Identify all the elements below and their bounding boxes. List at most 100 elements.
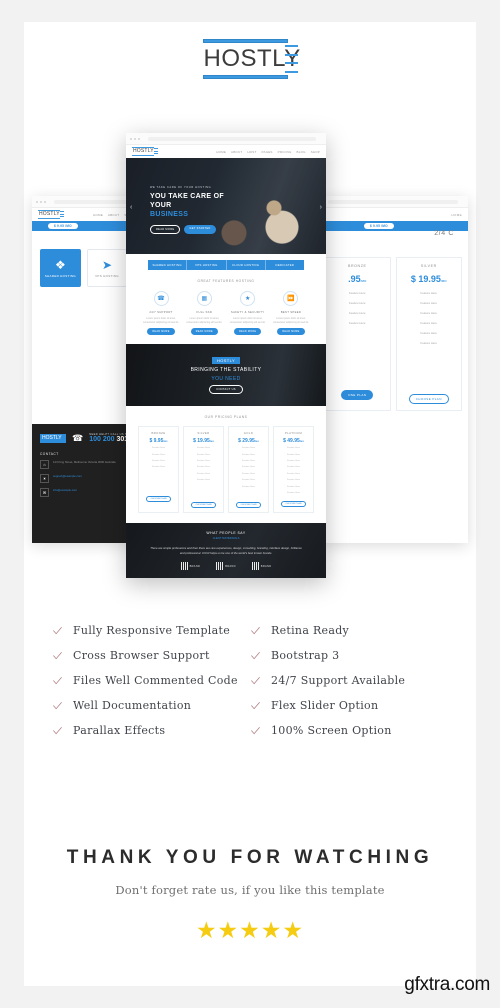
pricing-card-bronze[interactable]: BRONZE $ 9.95/MO Feature Here Feature He… [138, 426, 179, 514]
nav-link[interactable]: ABOUT [231, 150, 242, 154]
nav-link[interactable]: PRICING [278, 150, 292, 154]
choose-plan-button[interactable]: CHOOSE PLAN [145, 495, 172, 502]
poster-canvas: HOSTLY HOSTLY HOME ABOUT $ 9.95 /MO ❖ SH… [24, 22, 476, 986]
choose-plan-button[interactable]: CHOOSE PLAN [408, 394, 449, 404]
nav-link[interactable]: SHOP [311, 150, 320, 154]
hosting-card-label: SHARED HOSTING [44, 273, 76, 278]
tab-vps-hosting[interactable]: VPS HOSTING [187, 260, 227, 270]
plan-price: $ 49.95/MO [283, 438, 304, 445]
slider-next-icon[interactable]: › [320, 204, 322, 211]
plan-feature: Feature Here [152, 453, 165, 456]
plan-price: $ 19.95/MO [410, 274, 447, 284]
screenshot-center[interactable]: HOSTLY HOME ABOUT HOST PAGES PRICING BLO… [126, 133, 326, 578]
plan-feature: Feature Here [349, 311, 366, 315]
plan-feature: Feature Here [420, 301, 437, 305]
parallax-button[interactable]: CONTACT US [209, 384, 243, 394]
plan-card-bronze[interactable]: BRONZE .95/MO Feature Here Feature Here … [324, 257, 391, 411]
feature-item: Cross Browser Support [52, 643, 250, 668]
nav-link[interactable]: ABOUT [108, 213, 119, 217]
nav-link[interactable]: PAGES [262, 150, 273, 154]
feature-item: Files Well Commented Code [52, 668, 250, 693]
plan-feature: Feature Here [152, 460, 165, 462]
nav-link[interactable]: HOME [216, 150, 226, 154]
testimonial-subtitle: CLIENT TESTIMONIALS [212, 537, 240, 541]
pricing-card-platinum[interactable]: PLATINUM $ 49.95/MO Feature Here Feature… [273, 426, 314, 514]
thank-you-section: THANK YOU FOR WATCHING Don't forget rate… [24, 847, 476, 944]
price-pill: $ 9.95 /MO [364, 223, 394, 229]
share-icon: ❖ [54, 257, 66, 272]
nav-link[interactable]: HOST [247, 150, 256, 154]
plan-feature: Feature Here [287, 472, 300, 475]
nav-links[interactable]: HOME ABOUT HOST PAGES PRICING BLOG SHOP [216, 150, 320, 154]
nav-link[interactable]: BLOG [297, 150, 306, 154]
shield-icon: ★ [240, 291, 256, 306]
plan-feature: Feature Here [242, 460, 255, 462]
parallax-logo: HOSTLY [211, 356, 241, 364]
slider-prev-icon[interactable]: ‹ [130, 204, 132, 211]
feature-item: Fully Responsive Template [52, 618, 250, 643]
hero-readmore-button[interactable]: READ MORE [150, 225, 181, 234]
nav-link[interactable]: HOME [93, 213, 103, 217]
feature-label: Retina Ready [271, 624, 350, 637]
rating-stars-icon[interactable]: ★★★★★ [24, 917, 476, 944]
service-button[interactable]: READ MORE [234, 328, 262, 336]
logo-wordmark: HOSTLY [203, 45, 301, 72]
service-title: BEST SPEED [280, 310, 302, 314]
hero-getstarted-button[interactable]: GET STARTED [184, 225, 216, 234]
contact-text[interactable]: info@example.com [53, 488, 77, 492]
hosting-tabs[interactable]: SHARED HOSTING VPS HOSTING CLOUD HOSTING… [148, 260, 304, 270]
nav-link-home[interactable]: HOME [451, 213, 462, 217]
service-button[interactable]: READ MORE [147, 328, 175, 336]
feature-item: Bootstrap 3 [250, 643, 448, 668]
home-icon: ⌂ [40, 460, 49, 469]
browser-chrome-right [318, 196, 468, 208]
browser-dot-icon [44, 200, 46, 203]
browser-dot-icon [40, 200, 42, 203]
parallax-line2: YOU NEED [211, 375, 241, 382]
plan-name: PLATINUM [284, 431, 303, 436]
hero-slider: WE TAKE CARE OF YOUR HOSTING YOU TAKE CA… [126, 158, 326, 254]
pricing-row: BRONZE $ 9.95/MO Feature Here Feature He… [138, 426, 314, 514]
hero-buttons: READ MORE GET STARTED [150, 225, 245, 234]
plan-price: $ 29.95/MO [238, 438, 259, 445]
service-text: Lorem ipsum dolor sit amet, consectetur … [143, 317, 179, 324]
feature-item: 24/7 Support Available [250, 668, 448, 693]
tab-dedicated[interactable]: DEDICATED [266, 260, 304, 270]
browser-url-bar[interactable] [328, 199, 458, 204]
choose-plan-button[interactable]: CHOOSE PLAN [235, 502, 262, 509]
plan-feature: Feature Here [197, 472, 210, 475]
plan-feature: Feature Here [242, 466, 255, 469]
browser-dot-icon [130, 137, 132, 140]
service-button[interactable]: READ MORE [190, 328, 218, 336]
plan-card-silver[interactable]: SILVER $ 19.95/MO Feature Here Feature H… [395, 257, 462, 411]
contact-text[interactable]: support@example.com [53, 474, 82, 478]
browser-dot-icon [134, 137, 136, 140]
screenshot-right[interactable]: HOME $ 9.95 /MO 2/4 C BRONZE .95/MO Feat… [318, 196, 468, 543]
plan-feature: Feature Here [287, 460, 300, 462]
pricing-card-silver[interactable]: SILVER $ 19.95/MO Feature Here Feature H… [183, 426, 224, 514]
thank-you-subtext: Don't forget rate us, if you like this t… [115, 883, 385, 897]
choose-plan-button[interactable]: CHOOSE PLAN [190, 501, 217, 508]
plan-feature: Feature Here [420, 331, 437, 335]
tab-shared-hosting[interactable]: SHARED HOSTING [148, 260, 188, 270]
tab-cloud-hosting[interactable]: CLOUD HOSTING [227, 260, 266, 270]
hero-copy: WE TAKE CARE OF YOUR HOSTING YOU TAKE CA… [150, 186, 245, 234]
hosting-card-shared[interactable]: ❖ SHARED HOSTING [40, 249, 81, 287]
phone-icon: ☎ [72, 432, 84, 443]
choose-plan-button[interactable]: CHOOSE PLAN [280, 501, 307, 508]
hosting-card-vps[interactable]: ➤ VPS HOSTING [86, 249, 128, 287]
service-button[interactable]: READ MORE [277, 328, 305, 336]
feature-column-left: Fully Responsive Template Cross Browser … [52, 618, 250, 743]
feature-item: 100% Screen Option [250, 718, 448, 743]
service-title: SAFETY & SECURITY [230, 310, 265, 314]
plan-feature: Feature Here [242, 447, 255, 450]
service-text: Lorem ipsum dolor sit amet, consectetur … [273, 317, 309, 324]
plan-feature: Feature Here [287, 453, 300, 456]
browser-url-bar[interactable] [148, 136, 316, 141]
pricing-card-gold[interactable]: GOLD $ 29.95/MO Feature Here Feature Her… [228, 426, 269, 514]
feature-label: Bootstrap 3 [271, 649, 340, 662]
testimonial-quote: There are simple professions and then th… [150, 546, 302, 555]
call-number: 100 200 301 [89, 436, 129, 443]
choose-plan-button[interactable]: OSE PLAN [341, 390, 374, 400]
logo-bar-top [202, 39, 288, 43]
